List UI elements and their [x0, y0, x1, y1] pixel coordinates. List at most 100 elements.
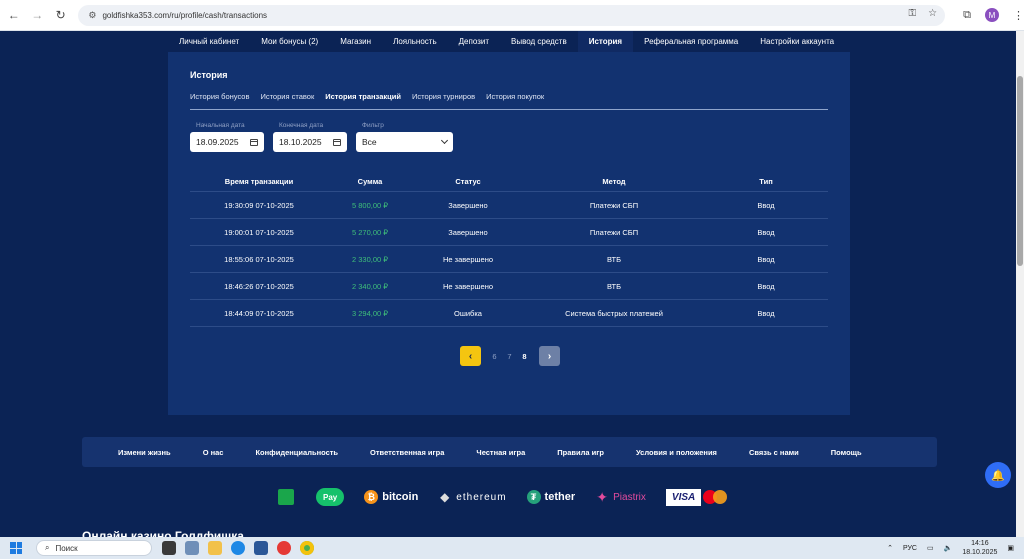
reload-icon[interactable]: ↻	[53, 7, 68, 23]
key-icon[interactable]: ⚿	[909, 8, 917, 19]
piastrix-logo: ✦ Piastrix	[595, 489, 646, 505]
address-bar[interactable]: ⚙ goldfishka353.com/ru/profile/cash/tran…	[78, 4, 946, 26]
edge-icon[interactable]	[231, 541, 245, 555]
windows-taskbar: ⌕ Поиск ⌃ РУС ▭ 🔈 14:16 18.10.2025 ▣	[0, 537, 1024, 559]
footer-link-responsible-gaming[interactable]: Ответственная игра	[370, 448, 444, 457]
calendar-icon[interactable]	[250, 138, 258, 146]
row-amount: 2 330,00 ₽	[351, 254, 389, 264]
row-type: Ввод	[757, 254, 775, 264]
row-amount: 2 340,00 ₽	[351, 281, 389, 291]
network-icon[interactable]: ▭	[927, 544, 934, 552]
tether-label: tether	[544, 491, 576, 503]
site-info-icon[interactable]: ⚙	[88, 10, 96, 21]
forward-arrow-icon[interactable]: →	[29, 7, 44, 23]
tab-personal-cabinet[interactable]: Личный кабинет	[168, 31, 250, 52]
table-row: 19:00:01 07-10-2025 5 270,00 ₽ Завершено…	[190, 219, 828, 246]
taskbar-search[interactable]: ⌕ Поиск	[36, 540, 152, 556]
page-scrollbar[interactable]	[1016, 31, 1024, 537]
row-method: Платежи СБП	[589, 200, 639, 210]
row-status: Ошибка	[454, 308, 482, 318]
subtab-bet-history[interactable]: История ставок	[260, 92, 314, 101]
back-arrow-icon[interactable]: ←	[6, 7, 21, 23]
windows-start-icon[interactable]	[10, 542, 22, 554]
spay-logo: Pay	[316, 488, 345, 506]
footer-link-about[interactable]: О нас	[203, 448, 224, 457]
yandex-browser-icon[interactable]	[277, 541, 291, 555]
col-method: Метод	[602, 177, 626, 186]
start-date-input[interactable]: 18.09.2025	[190, 132, 264, 152]
tab-loyalty[interactable]: Лояльность	[382, 31, 448, 52]
profile-tabs: Личный кабинет Мои бонусы (2) Магазин Ло…	[168, 31, 850, 52]
menu-dots-icon[interactable]: ⋮	[1013, 9, 1024, 22]
page-6[interactable]: 6	[487, 352, 502, 361]
footer-link-help[interactable]: Помощь	[831, 448, 862, 457]
row-amount: 3 294,00 ₽	[351, 308, 389, 318]
taskbar-apps	[162, 541, 314, 555]
footer-link-change-life[interactable]: Измени жизнь	[118, 448, 171, 457]
tab-shop[interactable]: Магазин	[329, 31, 382, 52]
row-type: Ввод	[757, 308, 775, 318]
tether-icon: ₮	[526, 490, 541, 504]
file-explorer-icon[interactable]	[208, 541, 222, 555]
tab-referral[interactable]: Реферальная программа	[633, 31, 749, 52]
page-title: История	[190, 70, 228, 80]
tab-history[interactable]: История	[577, 31, 634, 52]
profile-avatar[interactable]: M	[984, 8, 999, 22]
clock-date: 18.10.2025	[962, 549, 998, 556]
tab-my-bonuses[interactable]: Мои бонусы (2)	[250, 31, 329, 52]
footer-link-contact[interactable]: Связь с нами	[749, 448, 799, 457]
notification-icon[interactable]: ▣	[1007, 544, 1014, 552]
filter-value: Все	[362, 137, 377, 147]
table-row: 18:46:26 07-10-2025 2 340,00 ₽ Не заверш…	[190, 273, 828, 300]
url-text: goldfishka353.com/ru/profile/cash/transa…	[102, 10, 268, 20]
notification-bell-icon[interactable]: 🔔	[985, 462, 1011, 488]
prev-page-button[interactable]: ‹	[460, 346, 481, 366]
extensions-icon[interactable]: ⧉	[963, 9, 971, 22]
store-icon[interactable]	[254, 541, 268, 555]
row-amount: 5 270,00 ₽	[351, 227, 389, 237]
task-view-icon[interactable]	[162, 541, 176, 555]
row-method: ВТБ	[606, 254, 621, 264]
piastrix-label: Piastrix	[613, 491, 646, 503]
end-date-input[interactable]: 18.10.2025	[273, 132, 347, 152]
language-indicator[interactable]: РУС	[903, 545, 917, 552]
footer-link-game-rules[interactable]: Правила игр	[557, 448, 604, 457]
bitcoin-icon: ₿	[364, 490, 379, 504]
widgets-icon[interactable]	[185, 541, 199, 555]
table-row: 18:55:06 07-10-2025 2 330,00 ₽ Не заверш…	[190, 246, 828, 273]
subtab-transaction-history[interactable]: История транзакций	[325, 92, 401, 101]
row-time: 18:46:26 07-10-2025	[224, 281, 294, 291]
system-tray: ⌃ РУС ▭ 🔈 14:16 18.10.2025 ▣	[887, 539, 1014, 557]
ethereum-icon: ◆	[440, 490, 451, 504]
filter-field: Фильтр Все	[356, 122, 453, 152]
row-time: 19:30:09 07-10-2025	[224, 200, 294, 210]
search-icon: ⌕	[45, 543, 50, 552]
volume-icon[interactable]: 🔈	[944, 544, 953, 552]
col-type: Тип	[759, 177, 773, 186]
scroll-thumb[interactable]	[1017, 76, 1023, 266]
subtab-bonus-history[interactable]: История бонусов	[190, 92, 249, 101]
footer-link-privacy[interactable]: Конфиденциальность	[255, 448, 338, 457]
subtab-purchase-history[interactable]: История покупок	[486, 92, 544, 101]
clock[interactable]: 14:16 18.10.2025	[962, 539, 997, 557]
row-method: ВТБ	[606, 281, 621, 291]
filter-select[interactable]: Все	[356, 132, 453, 152]
tab-account-settings[interactable]: Настройки аккаунта	[749, 31, 845, 52]
calendar-icon[interactable]	[333, 138, 341, 146]
page-7[interactable]: 7	[502, 352, 517, 361]
start-date-field: Начальная дата 18.09.2025	[190, 122, 264, 152]
next-page-button[interactable]: ›	[539, 346, 560, 366]
tab-withdrawal[interactable]: Вывод средств	[500, 31, 578, 52]
footer-link-fair-play[interactable]: Честная игра	[476, 448, 525, 457]
col-status: Статус	[455, 177, 481, 186]
footer-link-terms[interactable]: Условия и положения	[636, 448, 717, 457]
chrome-icon[interactable]	[300, 541, 314, 555]
tab-deposit[interactable]: Депозит	[448, 31, 500, 52]
row-time: 18:44:09 07-10-2025	[224, 308, 294, 318]
tray-expand-icon[interactable]: ⌃	[887, 544, 893, 552]
bookmark-star-icon[interactable]: ☆	[928, 8, 937, 19]
subtab-tournament-history[interactable]: История турниров	[412, 92, 475, 101]
page-8-current[interactable]: 8	[517, 352, 532, 361]
end-date-label: Конечная дата	[279, 122, 324, 129]
table-header: Время транзакции Сумма Статус Метод Тип	[190, 172, 828, 192]
